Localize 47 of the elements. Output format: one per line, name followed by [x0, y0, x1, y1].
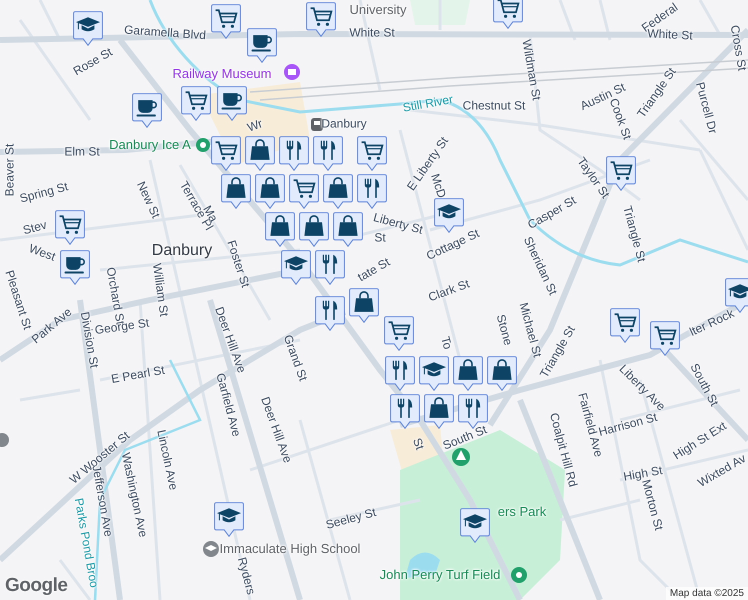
map-label: Still River: [402, 93, 454, 115]
map-label: Triangle St: [620, 204, 648, 264]
map-label: Grand St: [280, 333, 310, 383]
map-label: South St: [441, 423, 489, 453]
map-label: Cross St: [728, 24, 748, 72]
map-label: Ryders: [234, 556, 258, 596]
map-label: Danbury Ice A: [109, 138, 191, 152]
map-label: South St: [687, 362, 721, 408]
map-label: Wr: [246, 117, 264, 135]
map-label: E Pearl St: [110, 364, 166, 386]
map-label: Coalpit Hill Rd: [546, 412, 580, 488]
map-label: Foster St: [224, 238, 252, 290]
map-label: tate St: [356, 256, 392, 284]
map-label: Lincoln Ave: [154, 428, 180, 492]
map-label: Michael St: [516, 301, 544, 359]
map-label: Clark St: [426, 278, 472, 304]
google-logo: Google: [5, 575, 68, 597]
map-label: Harrison St: [597, 410, 659, 439]
map-label: Washington Ave: [118, 452, 150, 538]
map-label: Stev: [22, 218, 48, 238]
map-label: Danbury: [152, 242, 212, 260]
map-label: Beaver St: [3, 144, 17, 196]
map-label: St: [410, 436, 426, 452]
map-label: Wildman St: [519, 38, 543, 102]
map-label: William St: [150, 262, 170, 318]
map-label: White St: [349, 26, 395, 40]
map-label: Spring St: [18, 180, 70, 206]
map-label: Deer Hill Ave: [258, 395, 294, 465]
map-label: John Perry Turf Field: [380, 568, 500, 582]
map-label: Seeley St: [324, 506, 378, 532]
map-attribution: Map data ©2025: [666, 587, 748, 600]
map-label: Immaculate High School: [220, 542, 360, 556]
map-label: High St Ext: [671, 420, 729, 462]
map-label: Elm St: [64, 145, 100, 159]
map-label: University: [349, 2, 407, 18]
map-label: New St: [134, 180, 162, 220]
map-label: ers Park: [498, 504, 546, 520]
map-label: West: [27, 242, 57, 264]
map-label: Railway Museum: [172, 66, 272, 82]
map-label: lter Rock: [688, 307, 736, 339]
map-label: Rose St: [71, 46, 115, 78]
map-label: St: [374, 231, 386, 245]
map-label: Chestnut St: [462, 99, 526, 113]
map-label: Garamella Blvd: [124, 24, 206, 42]
map-label: To: [438, 335, 454, 351]
map-label: Purcell Dr: [692, 80, 720, 136]
map-label: Stone: [494, 313, 514, 347]
